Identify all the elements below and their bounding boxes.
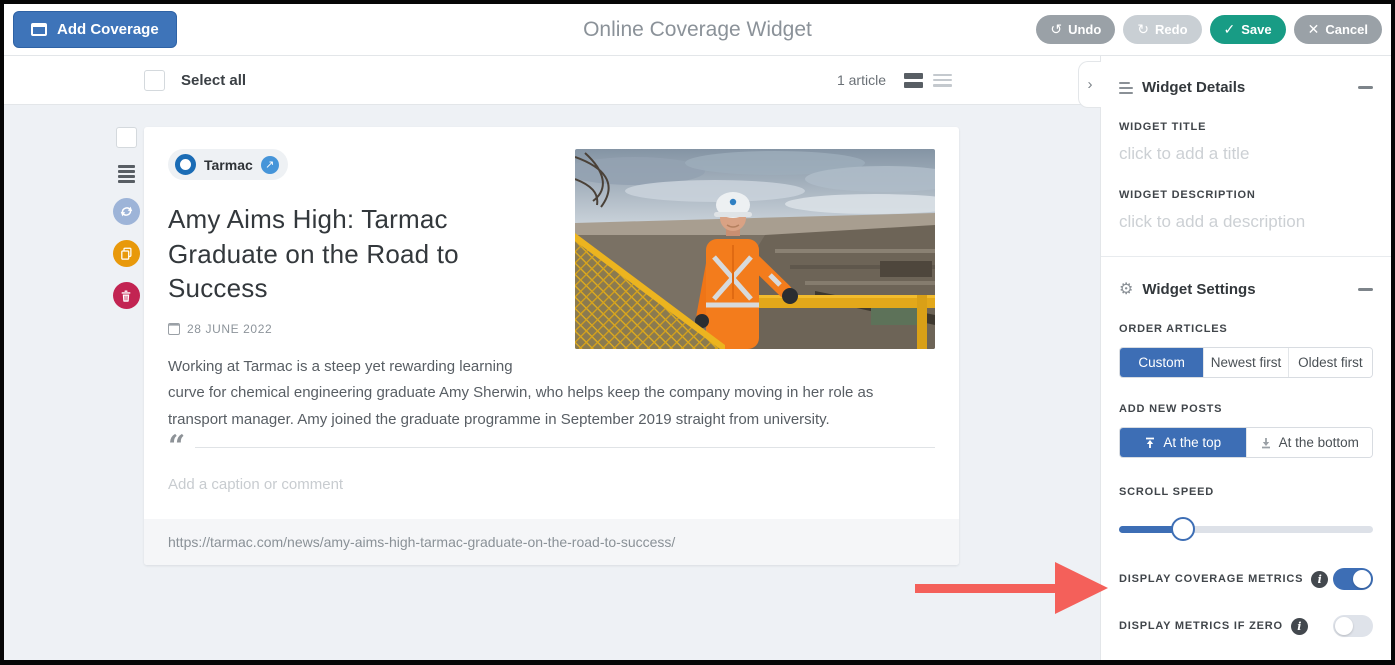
external-link-icon[interactable]: ↗: [260, 155, 279, 174]
settings-sidebar: › Widget Details WIDGET TITLE click to a…: [1078, 56, 1391, 660]
chevron-right-icon: ›: [1087, 76, 1093, 93]
quote-icon: “: [168, 428, 186, 464]
order-newest-button[interactable]: Newest first: [1203, 348, 1288, 377]
cancel-label: Cancel: [1325, 22, 1368, 37]
article-url: https://tarmac.com/news/amy-aims-high-ta…: [144, 518, 959, 565]
slider-thumb[interactable]: [1170, 517, 1195, 541]
redo-button[interactable]: ↻ Redo: [1123, 15, 1202, 44]
order-articles-group: Custom Newest first Oldest first: [1119, 347, 1373, 378]
widget-title-input[interactable]: click to add a title: [1119, 144, 1373, 164]
sidebar-collapse-button[interactable]: ›: [1078, 61, 1101, 108]
source-name: Tarmac: [204, 156, 253, 173]
article-list-panel: Select all 1 article Tarmac ↗ Amy Aims H…: [4, 56, 1100, 660]
calendar-icon: [168, 322, 180, 335]
article-date: 28 JUNE 2022: [187, 321, 273, 336]
widget-settings-title: Widget Settings: [1142, 281, 1256, 298]
redo-label: Redo: [1155, 22, 1188, 37]
gear-icon: ⚙: [1119, 280, 1134, 298]
add-new-posts-label: ADD NEW POSTS: [1119, 403, 1223, 415]
close-icon: ✕: [1307, 21, 1320, 37]
caption-input[interactable]: Add a caption or comment: [168, 476, 935, 493]
info-icon[interactable]: i: [1290, 617, 1308, 635]
cancel-button[interactable]: ✕ Cancel: [1293, 15, 1382, 44]
display-coverage-metrics-label: DISPLAY COVERAGE METRICS: [1119, 573, 1304, 585]
info-icon[interactable]: i: [1311, 570, 1329, 588]
list-header: Select all 1 article: [4, 56, 1100, 105]
browser-window-icon: [31, 23, 47, 36]
caption-divider: “: [168, 428, 935, 464]
undo-label: Undo: [1068, 22, 1102, 37]
select-all-checkbox[interactable]: [144, 69, 165, 91]
order-articles-label: ORDER ARTICLES: [1119, 323, 1228, 335]
check-icon: ✓: [1223, 21, 1236, 37]
widget-details-title: Widget Details: [1142, 79, 1246, 96]
redo-icon: ↻: [1137, 21, 1150, 37]
arrow-to-bottom-icon: [1261, 437, 1270, 448]
order-custom-button[interactable]: Custom: [1120, 348, 1204, 377]
display-metrics-if-zero-toggle[interactable]: [1333, 615, 1373, 637]
trash-icon: [121, 289, 131, 302]
widget-description-input[interactable]: click to add a description: [1119, 212, 1373, 232]
display-coverage-metrics-toggle[interactable]: [1333, 568, 1373, 590]
add-at-top-button[interactable]: At the top: [1120, 428, 1246, 457]
display-metrics-if-zero-label: DISPLAY METRICS IF ZERO: [1119, 620, 1283, 632]
collapse-details-icon[interactable]: [1358, 86, 1373, 89]
add-coverage-label: Add Coverage: [57, 21, 159, 38]
duplicate-icon: [120, 247, 131, 260]
app-window: Add Coverage Online Coverage Widget ↺ Un…: [0, 0, 1395, 665]
scroll-speed-slider[interactable]: [1119, 517, 1373, 541]
list-view-icon[interactable]: [933, 73, 952, 87]
order-oldest-button[interactable]: Oldest first: [1287, 348, 1372, 377]
view-mode-switch: [904, 72, 952, 88]
save-label: Save: [1241, 22, 1272, 37]
list-content: Tarmac ↗ Amy Aims High: Tarmac Graduate …: [4, 105, 1100, 565]
undo-button[interactable]: ↺ Undo: [1036, 15, 1116, 44]
delete-article-button[interactable]: [112, 282, 140, 309]
details-lines-icon: [1119, 81, 1133, 94]
refresh-icon: [120, 206, 132, 217]
display-metrics-if-zero-row: DISPLAY METRICS IF ZERO i: [1119, 615, 1373, 637]
display-coverage-metrics-row: DISPLAY COVERAGE METRICS i: [1119, 568, 1373, 590]
card-view-icon[interactable]: [904, 72, 923, 88]
widget-settings-header: ⚙ Widget Settings: [1119, 257, 1373, 298]
add-coverage-button[interactable]: Add Coverage: [13, 11, 177, 48]
article-count: 1 article: [836, 72, 886, 88]
duplicate-article-button[interactable]: [112, 240, 140, 267]
select-all-label: Select all: [181, 71, 247, 89]
tarmac-logo-icon: [175, 154, 196, 175]
add-at-bottom-button[interactable]: At the bottom: [1245, 428, 1372, 457]
source-badge[interactable]: Tarmac ↗: [168, 149, 288, 180]
collapse-settings-icon[interactable]: [1358, 288, 1373, 291]
widget-description-label: WIDGET DESCRIPTION: [1119, 189, 1256, 201]
save-button[interactable]: ✓ Save: [1209, 15, 1286, 44]
scroll-speed-label: SCROLL SPEED: [1119, 486, 1214, 498]
article-image: [575, 149, 935, 349]
article-date-row: 28 JUNE 2022: [168, 322, 551, 336]
refresh-article-button[interactable]: [112, 198, 140, 225]
undo-icon: ↺: [1050, 21, 1063, 37]
add-position-group: At the top At the bottom: [1119, 427, 1373, 458]
widget-details-header: Widget Details: [1119, 56, 1373, 96]
article-checkbox[interactable]: [115, 127, 137, 148]
top-toolbar: Add Coverage Online Coverage Widget ↺ Un…: [4, 4, 1391, 56]
widget-title-label: WIDGET TITLE: [1119, 121, 1207, 133]
article-card: Tarmac ↗ Amy Aims High: Tarmac Graduate …: [144, 127, 959, 565]
drag-handle-icon[interactable]: [117, 164, 135, 181]
article-excerpt: Working at Tarmac is a steep yet rewardi…: [168, 357, 874, 429]
article-controls: [112, 127, 140, 565]
toolbar-actions: ↺ Undo ↻ Redo ✓ Save ✕ Cancel: [1036, 15, 1382, 44]
arrow-to-top-icon: [1146, 437, 1155, 448]
